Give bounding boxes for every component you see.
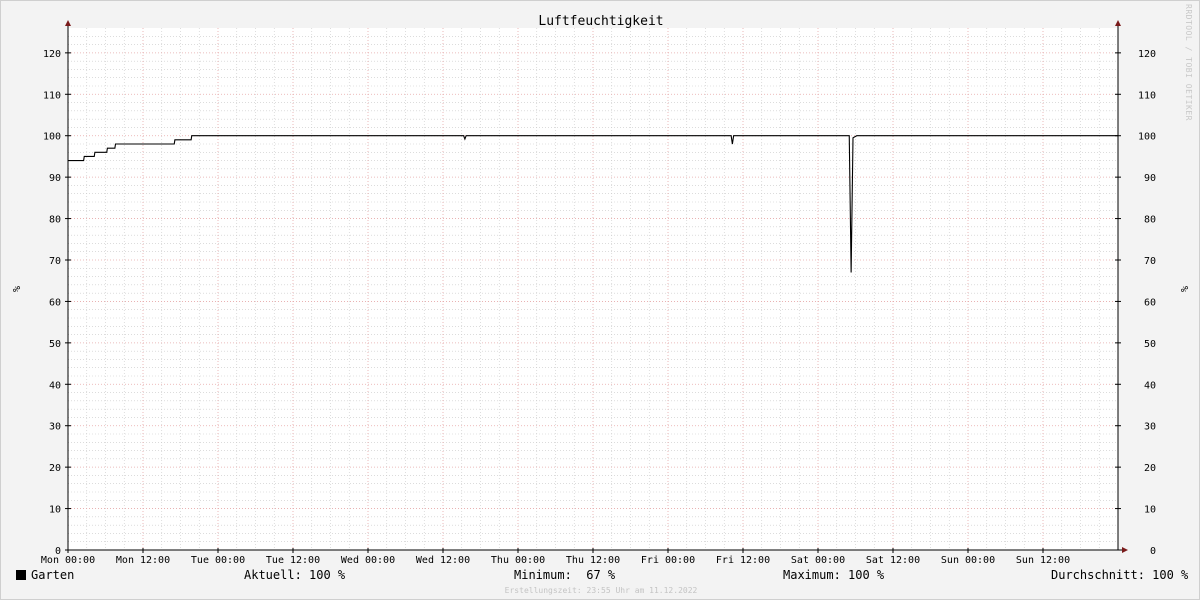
legend-series-name: Garten xyxy=(31,568,75,582)
x-axis-arrow xyxy=(1122,547,1128,553)
y-tick-label-left: 100 xyxy=(43,132,61,143)
y-tick-label-right: 110 xyxy=(1138,90,1156,101)
humidity-chart: Luftfeuchtigkeit % % 0 010 1020 2030 3040 405… xyxy=(10,14,1189,566)
chart-title: Luftfeuchtigkeit xyxy=(538,14,663,29)
x-tick-label: Tue 00:00 xyxy=(191,555,245,566)
y-axis-label-left: % xyxy=(10,286,21,292)
x-tick-label: Thu 00:00 xyxy=(491,555,545,566)
y-tick-label-right: 80 xyxy=(1144,215,1156,226)
y-axis-right-arrow xyxy=(1115,20,1121,26)
y-tick-label-left: 20 xyxy=(49,463,61,474)
x-tick-label: Thu 12:00 xyxy=(566,555,620,566)
y-tick-label-right: 0 xyxy=(1150,546,1156,557)
y-tick-label-right: 60 xyxy=(1144,297,1156,308)
y-axis-label-right: % xyxy=(1178,286,1189,292)
y-tick-label-right: 30 xyxy=(1144,422,1156,433)
creation-time-footer: Erstellungszeit: 23:55 Uhr am 11.12.2022 xyxy=(504,586,698,595)
y-tick-label-left: 80 xyxy=(49,215,61,226)
y-tick-label-left: 50 xyxy=(49,339,61,350)
legend-current: Aktuell: 100 % xyxy=(244,568,346,582)
grid xyxy=(68,28,1118,550)
legend-maximum: Maximum: 100 % xyxy=(783,568,885,582)
x-tick-label: Sat 12:00 xyxy=(866,555,920,566)
y-tick-label-left: 110 xyxy=(43,90,61,101)
legend-average: Durchschnitt: 100 % xyxy=(1051,568,1189,582)
y-tick-label-left: 60 xyxy=(49,297,61,308)
x-tick-label: Sat 00:00 xyxy=(791,555,845,566)
x-tick-label: Fri 00:00 xyxy=(641,555,695,566)
y-tick-label-right: 20 xyxy=(1144,463,1156,474)
x-tick-label: Mon 00:00 xyxy=(41,555,95,566)
y-tick-label-left: 10 xyxy=(49,505,61,516)
y-tick-label-left: 40 xyxy=(49,380,61,391)
x-tick-label: Sun 00:00 xyxy=(941,555,995,566)
y-tick-label-right: 40 xyxy=(1144,380,1156,391)
y-tick-label-right: 70 xyxy=(1144,256,1156,267)
x-tick-label: Tue 12:00 xyxy=(266,555,320,566)
y-tick-label-right: 100 xyxy=(1138,132,1156,143)
legend-minimum: Minimum: 67 % xyxy=(514,568,616,582)
y-tick-label-right: 50 xyxy=(1144,339,1156,350)
chart-frame: Luftfeuchtigkeit % % 0 0 10 10 20 20 30 30 40 40 5… xyxy=(0,0,1200,600)
y-axis-left-arrow xyxy=(65,20,71,26)
legend-swatch xyxy=(16,570,26,580)
y-tick-label-left: 30 xyxy=(49,422,61,433)
x-tick-label: Mon 12:00 xyxy=(116,555,170,566)
x-tick-label: Fri 12:00 xyxy=(716,555,770,566)
y-tick-label-right: 10 xyxy=(1144,505,1156,516)
y-tick-label-right: 90 xyxy=(1144,173,1156,184)
x-tick-label: Wed 00:00 xyxy=(341,555,395,566)
x-tick-label: Sun 12:00 xyxy=(1016,555,1070,566)
y-tick-label-left: 120 xyxy=(43,49,61,60)
y-tick-label-left: 70 xyxy=(49,256,61,267)
x-tick-label: Wed 12:00 xyxy=(416,555,470,566)
legend-entry-garten: Garten xyxy=(16,568,74,584)
y-tick-label-left: 90 xyxy=(49,173,61,184)
rrdtool-watermark: RRDTOOL / TOBI OETIKER xyxy=(1184,4,1193,121)
y-tick-label-right: 120 xyxy=(1138,49,1156,60)
